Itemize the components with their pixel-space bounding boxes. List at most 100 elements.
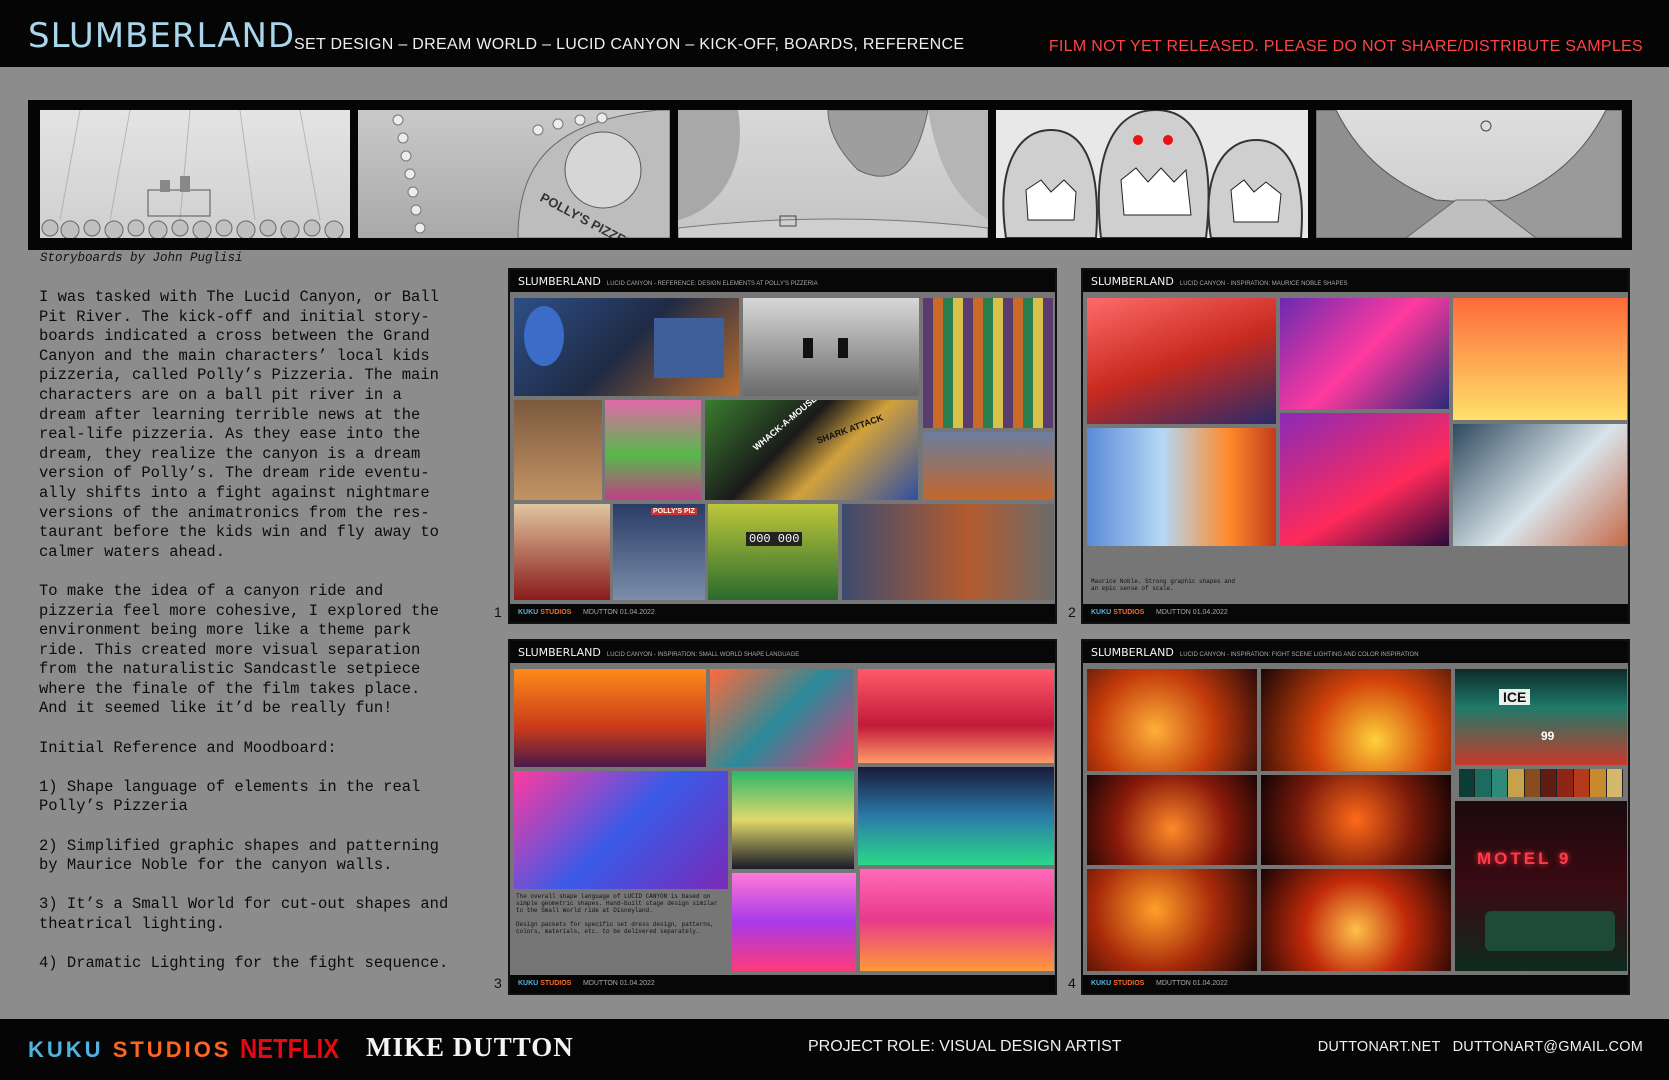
small-world-photo-7 [732,873,856,971]
small-world-photo-4 [514,771,728,889]
distribution-warning: FILM NOT YET RELEASED. PLEASE DO NOT SHA… [1048,38,1643,55]
board-number-3: 3 [494,975,502,991]
reference-item-4: 4) Dramatic Lighting for the fight seque… [39,954,449,973]
kuku-studios-logo: KUKU STUDIOS [28,1037,231,1063]
board-note: The overall shape language of LUCID CANY… [516,893,718,935]
studio-logo-b: STUDIOS [1113,980,1145,987]
studio-logo-b: STUDIOS [540,609,572,616]
board-note: Maurice Noble. Strong graphic shapes and… [1091,578,1236,592]
header-bar: SLUMBERLAND SET DESIGN – DREAM WORLD – L… [0,0,1669,67]
motel-sign-text: MOTEL 9 [1477,849,1572,868]
artist-name: MIKE DUTTON [366,1032,574,1062]
moodboard-3: SLUMBERLAND LUCID CANYON - INSPIRATION: S… [508,639,1057,995]
ref-photo-booths [923,432,1054,500]
fight-lighting-6 [1261,869,1451,971]
palette-swatch [1541,769,1558,797]
board-title: SLUMBERLAND [518,275,601,288]
board-subtitle: LUCID CANYON - REFERENCE: DESIGN ELEMENT… [606,281,818,287]
noble-art-3 [1453,298,1627,420]
email-link[interactable]: DUTTONART@GMAIL.COM [1453,1039,1643,1055]
shark-sign-text: SHARK ATTACK [815,412,885,446]
palette-swatch [1508,769,1525,797]
kuku-logo-word: KUKU [28,1037,104,1062]
website-link[interactable]: DUTTONART.NET [1318,1039,1441,1055]
price-sign-text: 99 [1541,729,1555,743]
moodboard-2: SLUMBERLAND LUCID CANYON - INSPIRATION: M… [1081,268,1630,624]
fight-lighting-5 [1087,869,1257,971]
noble-art-4 [1087,428,1276,546]
studio-logo-a: KUKU [518,980,539,987]
description-text: I was tasked with The Lucid Canyon, or B… [39,288,479,993]
storyboard-frame-5 [1316,110,1622,238]
board-footer: KUKU STUDIOS MDUTTON 01.04.2022 [510,975,1055,993]
ref-photo-animatronic-bird [605,400,701,500]
polly-sign-text: POLLY'S PIZ [651,508,697,515]
ref-photo-animatronic-dog [514,400,602,500]
paragraph-approach: To make the idea of a canyon ride and pi… [39,581,439,718]
small-world-photo-8 [860,869,1054,971]
storyboard-frame-2: POLLY'S PIZZERIA [358,110,670,238]
small-world-photo-2 [710,669,854,767]
ref-photo-prize-wall [923,298,1054,428]
score-display: 000 000 [746,532,803,546]
board-title: SLUMBERLAND [1091,646,1174,659]
board-subtitle: LUCID CANYON - INSPIRATION: FIGHT SCENE … [1179,652,1419,658]
palette-swatch [1459,769,1476,797]
brand-title: SLUMBERLAND [28,16,296,56]
board-number-2: 2 [1068,604,1076,620]
board-footer: KUKU STUDIOS MDUTTON 01.04.2022 [1083,604,1628,622]
fight-lighting-4 [1261,775,1451,865]
storyboard-frame-4 [996,110,1308,238]
fight-lighting-3 [1087,775,1257,865]
project-role: PROJECT ROLE: VISUAL DESIGN ARTIST [808,1038,1122,1055]
small-world-photo-6 [858,767,1054,865]
small-world-photo-1 [514,669,706,767]
netflix-logo: NETFLIX [240,1033,340,1064]
noble-art-5 [1280,413,1449,546]
board-footer: KUKU STUDIOS MDUTTON 01.04.2022 [510,604,1055,622]
ref-photo-arcade-signs: WHACK-A-MOUSE SHARK ATTACK [705,400,918,500]
board-credit: MDUTTON 01.04.2022 [1155,980,1228,987]
whack-sign-text: WHACK-A-MOUSE [751,400,819,453]
palette-swatch [1590,769,1607,797]
studio-logo-a: KUKU [1091,609,1112,616]
moodboard-4: SLUMBERLAND LUCID CANYON - INSPIRATION: F… [1081,639,1630,995]
board-number-1: 1 [494,604,502,620]
contact-info: DUTTONART.NET DUTTONART@GMAIL.COM [1318,1039,1643,1055]
palette-swatch [1606,769,1624,797]
board-number-4: 4 [1068,975,1076,991]
studio-logo-a: KUKU [518,609,539,616]
palette-swatch [1573,769,1591,797]
studio-logo-b: STUDIOS [1113,609,1145,616]
storyboard-frame-3 [678,110,988,238]
ice-sign-text: ICE [1499,689,1531,705]
board-title: SLUMBERLAND [1091,275,1174,288]
palette-swatch [1475,769,1492,797]
board-title: SLUMBERLAND [518,646,601,659]
board-header: SLUMBERLAND LUCID CANYON - INSPIRATION: M… [1083,270,1628,292]
board-subtitle: LUCID CANYON - INSPIRATION: SMALL WORLD … [606,652,800,658]
motel-photo: MOTEL 9 [1455,801,1627,971]
reference-item-2: 2) Simplified graphic shapes and pattern… [39,836,439,875]
studio-logo-a: KUKU [1091,980,1112,987]
header-subtitle: SET DESIGN – DREAM WORLD – LUCID CANYON … [294,36,965,53]
palette-swatch [1491,769,1509,797]
reference-item-3: 3) It’s a Small World for cut-out shapes… [39,895,449,933]
ref-photo-seating [842,504,1054,600]
studio-logo-b: STUDIOS [540,980,572,987]
board-header: SLUMBERLAND LUCID CANYON - INSPIRATION: F… [1083,641,1628,663]
studios-logo-word: STUDIOS [112,1037,232,1062]
board-footer: KUKU STUDIOS MDUTTON 01.04.2022 [1083,975,1628,993]
noble-art-6 [1453,424,1627,546]
board-credit: MDUTTON 01.04.2022 [582,609,655,616]
fight-lighting-1 [1087,669,1257,771]
board-credit: MDUTTON 01.04.2022 [582,980,655,987]
board-header: SLUMBERLAND LUCID CANYON - INSPIRATION: S… [510,641,1055,663]
ice-photo: ICE 99 [1455,669,1627,765]
palette-swatch [1557,769,1574,797]
small-world-photo-5 [732,771,854,869]
reference-item-1: 1) Shape language of elements in the rea… [39,777,421,816]
noble-art-1 [1087,298,1276,424]
paragraph-intro: I was tasked with The Lucid Canyon, or B… [39,288,439,561]
fight-lighting-2 [1261,669,1451,771]
